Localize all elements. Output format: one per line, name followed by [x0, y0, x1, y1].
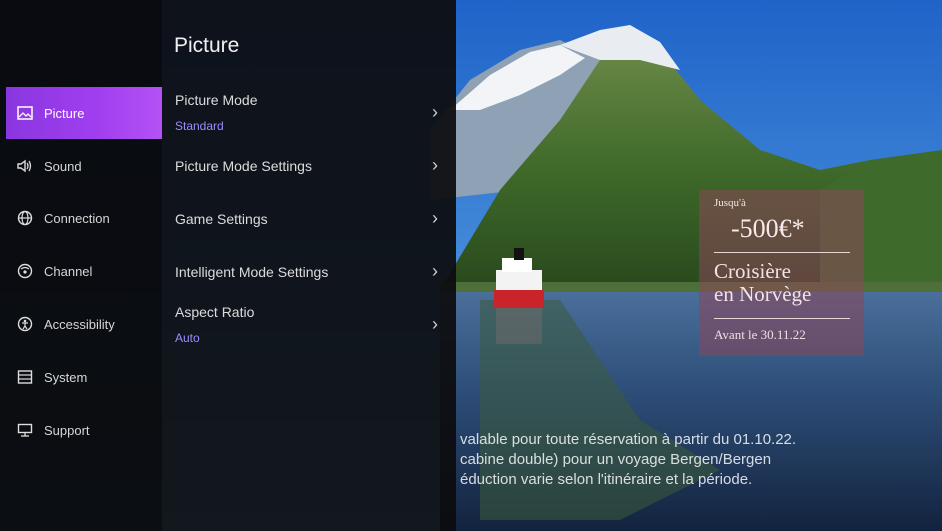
menu-item-game-settings[interactable]: Game Settings › [162, 194, 456, 246]
sidebar-item-sound[interactable]: Sound [6, 140, 162, 192]
sidebar-item-label: System [44, 369, 88, 385]
promo-divider [714, 318, 850, 319]
sidebar-item-label: Channel [44, 263, 93, 279]
sidebar-item-accessibility[interactable]: Accessibility [6, 298, 162, 350]
chevron-right-icon: › [432, 102, 438, 122]
menu-item-value: Standard [175, 119, 224, 133]
menu-item-picture-mode[interactable]: Picture Mode Standard › [162, 88, 456, 140]
panel-title: Picture [174, 34, 240, 57]
support-icon [16, 421, 34, 439]
chevron-right-icon: › [432, 261, 438, 281]
sidebar-item-system[interactable]: System [6, 351, 162, 403]
menu-item-label: Aspect Ratio [175, 304, 255, 320]
legal-line: cabine double) pour un voyage Bergen/Ber… [460, 451, 772, 468]
sidebar-item-support[interactable]: Support [6, 404, 162, 456]
system-icon [16, 368, 34, 386]
menu-item-label: Picture Mode Settings [175, 158, 312, 174]
promo-upto: Jusqu'à [714, 197, 746, 209]
sidebar-item-label: Connection [44, 210, 110, 226]
chevron-right-icon: › [432, 208, 438, 228]
settings-sidebar: Picture Sound Connection Channel Accessi… [0, 0, 162, 531]
sidebar-item-label: Support [44, 422, 90, 438]
menu-item-aspect-ratio[interactable]: Aspect Ratio Auto › [162, 300, 456, 352]
sidebar-item-label: Accessibility [44, 316, 115, 332]
sidebar-item-picture[interactable]: Picture [6, 87, 162, 139]
speaker-icon [16, 157, 34, 175]
accessibility-icon [16, 315, 34, 333]
promo-title-line2: en Norvège [714, 282, 812, 306]
chevron-right-icon: › [432, 314, 438, 334]
promo-deadline: Avant le 30.11.22 [714, 327, 806, 342]
promo-title-line1: Croisière [714, 259, 791, 283]
channel-icon [16, 262, 34, 280]
legal-line: éduction varie selon l'itinéraire et la … [460, 471, 753, 488]
menu-item-label: Intelligent Mode Settings [175, 264, 329, 280]
menu-item-label: Game Settings [175, 211, 268, 227]
legal-notice: valable pour toute réservation à partir … [172, 430, 872, 490]
menu-item-value: Auto [175, 331, 200, 345]
sidebar-item-connection[interactable]: Connection [6, 192, 162, 244]
sidebar-item-channel[interactable]: Channel [6, 245, 162, 297]
promo-divider [714, 252, 850, 253]
legal-line: valable pour toute réservation à partir … [460, 431, 797, 448]
sidebar-item-label: Picture [44, 105, 85, 121]
globe-icon [16, 209, 34, 227]
chevron-right-icon: › [432, 155, 438, 175]
menu-item-picture-mode-settings[interactable]: Picture Mode Settings › [162, 141, 456, 193]
menu-item-label: Picture Mode [175, 92, 258, 108]
promo-amount: -500€* [731, 214, 805, 243]
picture-icon [16, 104, 34, 122]
menu-item-intelligent-mode-settings[interactable]: Intelligent Mode Settings › [162, 247, 456, 299]
sidebar-item-label: Sound [44, 158, 82, 174]
promo-title: Croisière en Norvège [714, 260, 811, 306]
promo-banner: Jusqu'à -500€* Croisière en Norvège Avan… [699, 190, 864, 356]
